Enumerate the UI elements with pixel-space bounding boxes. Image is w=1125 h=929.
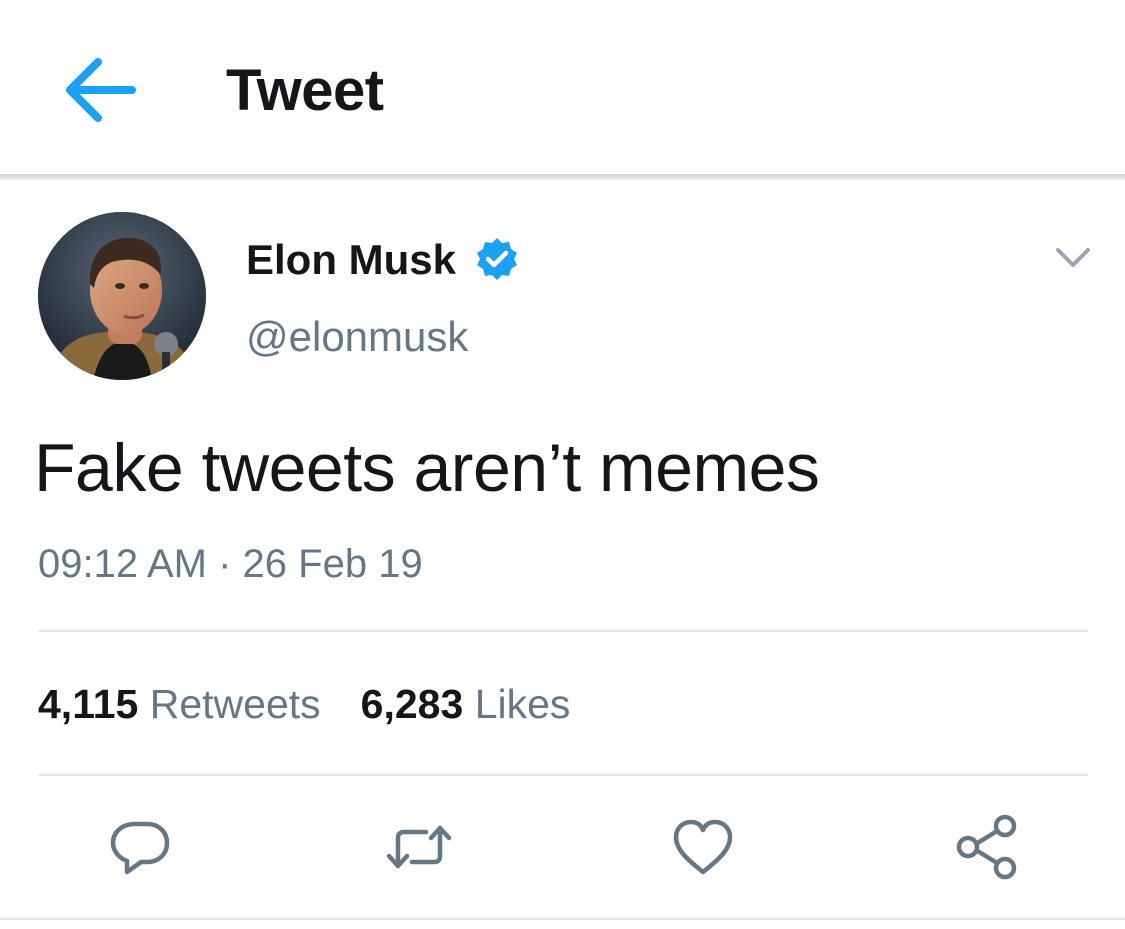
likes-label: Likes (474, 681, 571, 727)
retweet-button[interactable] (384, 812, 454, 882)
actions-divider (0, 918, 1125, 920)
share-button[interactable] (952, 812, 1022, 882)
verified-badge-icon (474, 236, 520, 282)
likes-stat[interactable]: 6,283 Likes (361, 680, 571, 728)
tweet-detail-page: Tweet Elon Musk @elonmusk Fake tweets ar… (0, 0, 1125, 929)
author-name[interactable]: Elon Musk (246, 236, 456, 284)
reply-icon (110, 821, 170, 875)
chevron-down-icon (1056, 248, 1090, 267)
stats-divider-bottom (38, 774, 1088, 776)
retweets-stat[interactable]: 4,115 Retweets (38, 680, 321, 728)
page-title: Tweet (226, 58, 384, 123)
arrow-left-icon (66, 58, 136, 122)
tweet-stats: 4,115 Retweets 6,283 Likes (38, 680, 570, 728)
retweet-icon (386, 825, 452, 869)
more-options-button[interactable] (1050, 238, 1096, 278)
reply-button[interactable] (105, 812, 175, 882)
retweets-count: 4,115 (38, 681, 139, 727)
retweets-label: Retweets (149, 681, 321, 727)
like-button[interactable] (668, 812, 738, 882)
like-icon (673, 819, 733, 875)
top-bar: Tweet (0, 0, 1125, 176)
tweet-timestamp: 09:12 AM · 26 Feb 19 (38, 542, 423, 586)
header-divider (0, 174, 1125, 180)
share-icon (956, 814, 1017, 880)
avatar[interactable] (38, 212, 206, 380)
likes-count: 6,283 (360, 681, 464, 727)
back-button[interactable] (62, 52, 138, 128)
stats-divider-top (38, 630, 1088, 632)
author-handle[interactable]: @elonmusk (246, 313, 468, 361)
profile-photo (38, 212, 206, 380)
tweet-text: Fake tweets aren’t memes (34, 430, 820, 506)
